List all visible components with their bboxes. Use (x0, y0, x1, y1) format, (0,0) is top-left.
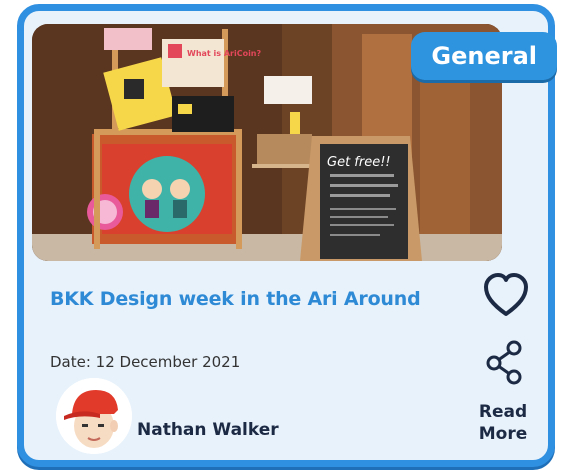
chalkboard-text: Get free!! (327, 155, 391, 170)
read-more-link[interactable]: Read More (472, 401, 534, 445)
event-date: Date: 12 December 2021 (50, 353, 241, 371)
share-icon[interactable] (484, 339, 526, 385)
avatar (56, 378, 132, 454)
card-title[interactable]: BKK Design week in the Ari Around (50, 288, 421, 310)
category-tag[interactable]: General (411, 32, 557, 80)
ad-board-text: What is AriCoin? (187, 49, 262, 58)
author-name[interactable]: Nathan Walker (137, 420, 279, 440)
heart-icon[interactable] (482, 272, 530, 320)
